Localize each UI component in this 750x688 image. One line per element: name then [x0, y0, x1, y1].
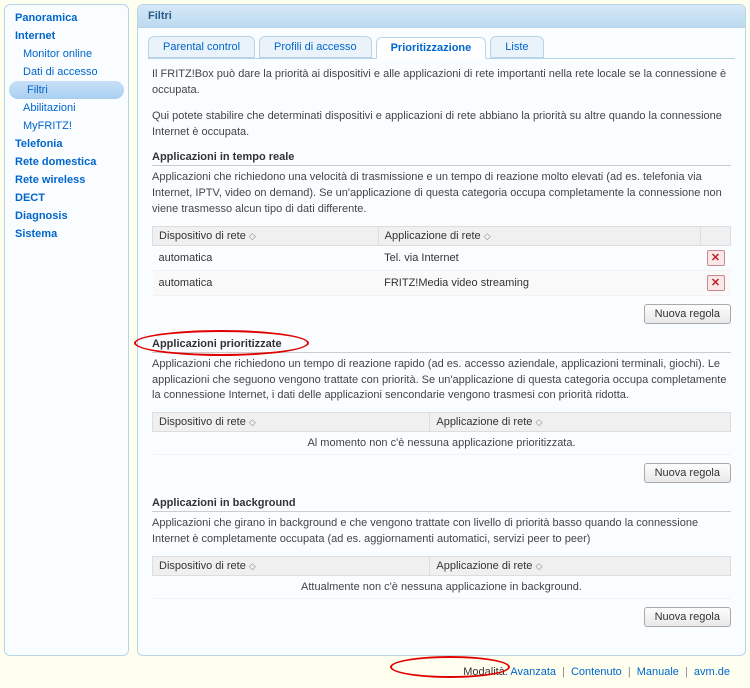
sidebar-item[interactable]: Rete domestica [5, 153, 128, 171]
sidebar-item[interactable]: DECT [5, 189, 128, 207]
col-device[interactable]: Dispositivo di rete ◇ [153, 226, 379, 245]
sidebar-item[interactable]: Monitor online [5, 45, 128, 63]
section-background-title: Applicazioni in background [152, 497, 731, 512]
main-panel: Filtri Parental controlProfili di access… [137, 4, 746, 656]
col-app[interactable]: Applicazione di rete ◇ [378, 226, 700, 245]
sort-icon: ◇ [535, 561, 542, 571]
tab[interactable]: Prioritizzazione [376, 37, 487, 59]
new-rule-button[interactable]: Nuova regola [644, 463, 731, 483]
col-device[interactable]: Dispositivo di rete ◇ [153, 557, 430, 576]
section-realtime-desc: Applicazioni che richiedono una velocità… [152, 170, 731, 218]
cell-device: automatica [153, 270, 379, 295]
footer-link[interactable]: Contenuto [571, 666, 622, 678]
mode-link[interactable]: Avanzata [510, 666, 556, 678]
cell-device: automatica [153, 245, 379, 270]
empty-row: Attualmente non c'è nessuna applicazione… [153, 576, 731, 599]
col-app[interactable]: Applicazione di rete ◇ [430, 413, 731, 432]
sidebar-item[interactable]: Filtri [9, 81, 124, 99]
sidebar-item[interactable]: Sistema [5, 225, 128, 243]
sidebar-item[interactable]: Telefonia [5, 135, 128, 153]
realtime-table: Dispositivo di rete ◇ Applicazione di re… [152, 226, 731, 296]
tab-bar: Parental controlProfili di accessoPriori… [138, 28, 745, 58]
sort-icon: ◇ [249, 231, 256, 241]
delete-button[interactable]: ✕ [707, 275, 725, 291]
sidebar-item[interactable]: MyFRITZ! [5, 117, 128, 135]
sort-icon: ◇ [249, 561, 256, 571]
prioritized-table: Dispositivo di rete ◇ Applicazione di re… [152, 412, 731, 455]
footer-link[interactable]: Manuale [637, 666, 679, 678]
mode-label: Modalità: [463, 666, 508, 678]
sort-icon: ◇ [249, 417, 256, 427]
footer-link[interactable]: avm.de [694, 666, 730, 678]
table-row: automaticaFRITZ!Media video streaming ✕ [153, 270, 731, 295]
cell-app: Tel. via Internet [378, 245, 700, 270]
page-title: Filtri [138, 5, 745, 28]
background-table: Dispositivo di rete ◇ Applicazione di re… [152, 556, 731, 599]
intro-text-2: Qui potete stabilire che determinati dis… [152, 109, 731, 141]
sort-icon: ◇ [484, 231, 491, 241]
section-prioritized-desc: Applicazioni che richiedono un tempo di … [152, 357, 731, 405]
tab[interactable]: Profili di accesso [259, 36, 372, 58]
intro-text-1: Il FRITZ!Box può dare la priorità ai dis… [152, 67, 731, 99]
delete-button[interactable]: ✕ [707, 250, 725, 266]
sidebar-item[interactable]: Rete wireless [5, 171, 128, 189]
cell-app: FRITZ!Media video streaming [378, 270, 700, 295]
new-rule-button[interactable]: Nuova regola [644, 607, 731, 627]
sidebar: PanoramicaInternetMonitor onlineDati di … [4, 4, 129, 656]
section-background-desc: Applicazioni che girano in background e … [152, 516, 731, 548]
sidebar-item[interactable]: Panoramica [5, 9, 128, 27]
col-device[interactable]: Dispositivo di rete ◇ [153, 413, 430, 432]
tab[interactable]: Liste [490, 36, 543, 58]
section-realtime-title: Applicazioni in tempo reale [152, 151, 731, 166]
empty-row: Al momento non c'è nessuna applicazione … [153, 432, 731, 455]
sidebar-item[interactable]: Dati di accesso [5, 63, 128, 81]
sidebar-item[interactable]: Abilitazioni [5, 99, 128, 117]
table-row: automaticaTel. via Internet ✕ [153, 245, 731, 270]
new-rule-button[interactable]: Nuova regola [644, 304, 731, 324]
footer: Modalità: Avanzata | Contenuto | Manuale… [0, 660, 750, 688]
col-app[interactable]: Applicazione di rete ◇ [430, 557, 731, 576]
tab[interactable]: Parental control [148, 36, 255, 58]
sidebar-item[interactable]: Internet [5, 27, 128, 45]
sidebar-item[interactable]: Diagnosis [5, 207, 128, 225]
sort-icon: ◇ [535, 417, 542, 427]
section-prioritized-title: Applicazioni prioritizzate [152, 338, 731, 353]
